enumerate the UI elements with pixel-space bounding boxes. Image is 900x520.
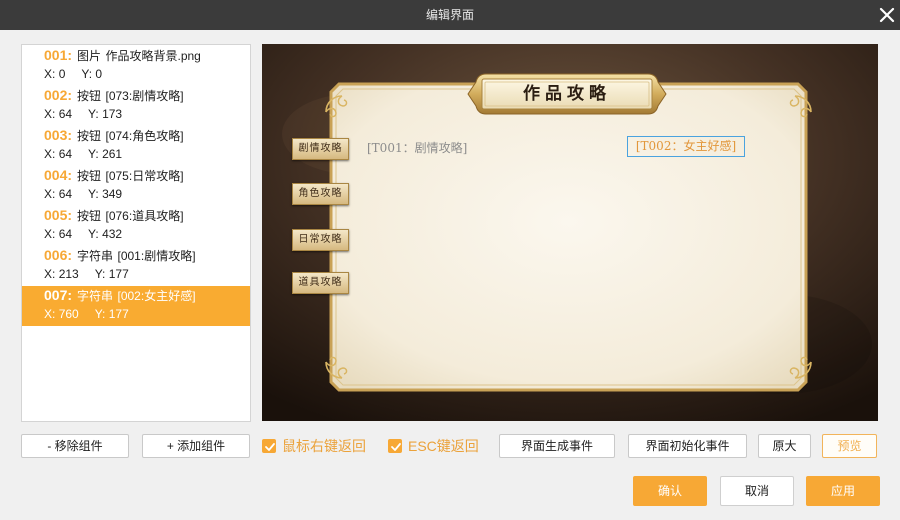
preview-button-item-guide[interactable]: 道具攻略 (292, 272, 349, 294)
item-x: X: 64 (44, 187, 73, 201)
remove-component-button[interactable]: - 移除组件 (21, 434, 129, 458)
item-number: 004: (44, 167, 73, 183)
close-icon[interactable] (877, 5, 897, 25)
item-y: Y: 177 (94, 307, 129, 321)
esc-back-label[interactable]: ESC键返回 (408, 434, 479, 458)
cancel-button[interactable]: 取消 (720, 476, 794, 506)
item-y: Y: 173 (88, 107, 123, 121)
list-item[interactable]: 007: 字符串 [002:女主好感] X: 760 Y: 177 (22, 286, 250, 326)
item-name: [002:女主好感] (117, 289, 196, 303)
init-event-button[interactable]: 界面初始化事件 (628, 434, 747, 458)
list-item[interactable]: 002: 按钮 [073:剧情攻略] X: 64 Y: 173 (22, 86, 250, 126)
list-item[interactable]: 005: 按钮 [076:道具攻略] X: 64 Y: 432 (22, 206, 250, 246)
item-x: X: 213 (44, 267, 79, 281)
item-name: [074:角色攻略] (105, 129, 184, 143)
item-name: [075:日常攻略] (105, 169, 184, 183)
item-type: 按钮 (77, 209, 102, 223)
preview-button-daily-guide[interactable]: 日常攻略 (292, 229, 349, 251)
list-item[interactable]: 006: 字符串 [001:剧情攻略] X: 213 Y: 177 (22, 246, 250, 286)
item-y: Y: 261 (88, 147, 123, 161)
add-component-button[interactable]: + 添加组件 (142, 434, 250, 458)
right-click-back-label[interactable]: 鼠标右键返回 (282, 434, 366, 458)
item-y: Y: 349 (88, 187, 123, 201)
preview-title: 作品攻略 (523, 84, 611, 104)
item-number: 002: (44, 87, 73, 103)
original-size-button[interactable]: 原大 (758, 434, 811, 458)
check-icon (265, 443, 275, 451)
item-name: [073:剧情攻略] (105, 89, 184, 103)
item-number: 006: (44, 247, 73, 263)
item-type: 字符串 (77, 249, 114, 263)
preview-string-t001[interactable]: [T001：剧情攻略] (367, 138, 467, 158)
check-icon (391, 443, 401, 451)
right-click-back-checkbox[interactable] (262, 439, 276, 453)
item-type: 按钮 (77, 129, 102, 143)
item-number: 001: (44, 47, 73, 63)
preview-button-character-guide[interactable]: 角色攻略 (292, 183, 349, 205)
component-list[interactable]: 001: 图片 作品攻略背景.png X: 0 Y: 0 002: 按钮 [073:剧… (21, 44, 251, 422)
item-number: 005: (44, 207, 73, 223)
generate-event-button[interactable]: 界面生成事件 (499, 434, 615, 458)
title-bar[interactable]: 编辑界面 (0, 0, 900, 30)
dialog-title: 编辑界面 (425, 8, 474, 22)
item-y: Y: 432 (88, 227, 123, 241)
item-type: 按钮 (77, 89, 102, 103)
list-item[interactable]: 004: 按钮 [075:日常攻略] X: 64 Y: 349 (22, 166, 250, 206)
item-x: X: 0 (44, 67, 66, 81)
item-number: 003: (44, 127, 73, 143)
preview-button[interactable]: 预览 (822, 434, 877, 458)
preview-string-t002-selected[interactable]: [T002：女主好感] (627, 136, 745, 157)
preview-canvas[interactable]: 作品攻略 剧情攻略 角色攻略 日常攻略 道具攻略 [T001：剧情攻略] [T0… (262, 44, 878, 421)
item-x: X: 760 (44, 307, 79, 321)
preview-button-plot-guide[interactable]: 剧情攻略 (292, 138, 349, 160)
apply-button[interactable]: 应用 (806, 476, 880, 506)
item-y: Y: 177 (94, 267, 129, 281)
list-item[interactable]: 001: 图片 作品攻略背景.png X: 0 Y: 0 (22, 46, 250, 86)
item-x: X: 64 (44, 227, 73, 241)
confirm-button[interactable]: 确认 (633, 476, 707, 506)
item-name: [076:道具攻略] (105, 209, 184, 223)
item-x: X: 64 (44, 107, 73, 121)
item-name: 作品攻略背景.png (105, 49, 201, 63)
item-y: Y: 0 (81, 67, 103, 81)
item-x: X: 64 (44, 147, 73, 161)
item-type: 字符串 (77, 289, 114, 303)
item-name: [001:剧情攻略] (117, 249, 196, 263)
item-number: 007: (44, 287, 73, 303)
esc-back-checkbox[interactable] (388, 439, 402, 453)
item-type: 按钮 (77, 169, 102, 183)
item-type: 图片 (77, 49, 102, 63)
list-item[interactable]: 003: 按钮 [074:角色攻略] X: 64 Y: 261 (22, 126, 250, 166)
